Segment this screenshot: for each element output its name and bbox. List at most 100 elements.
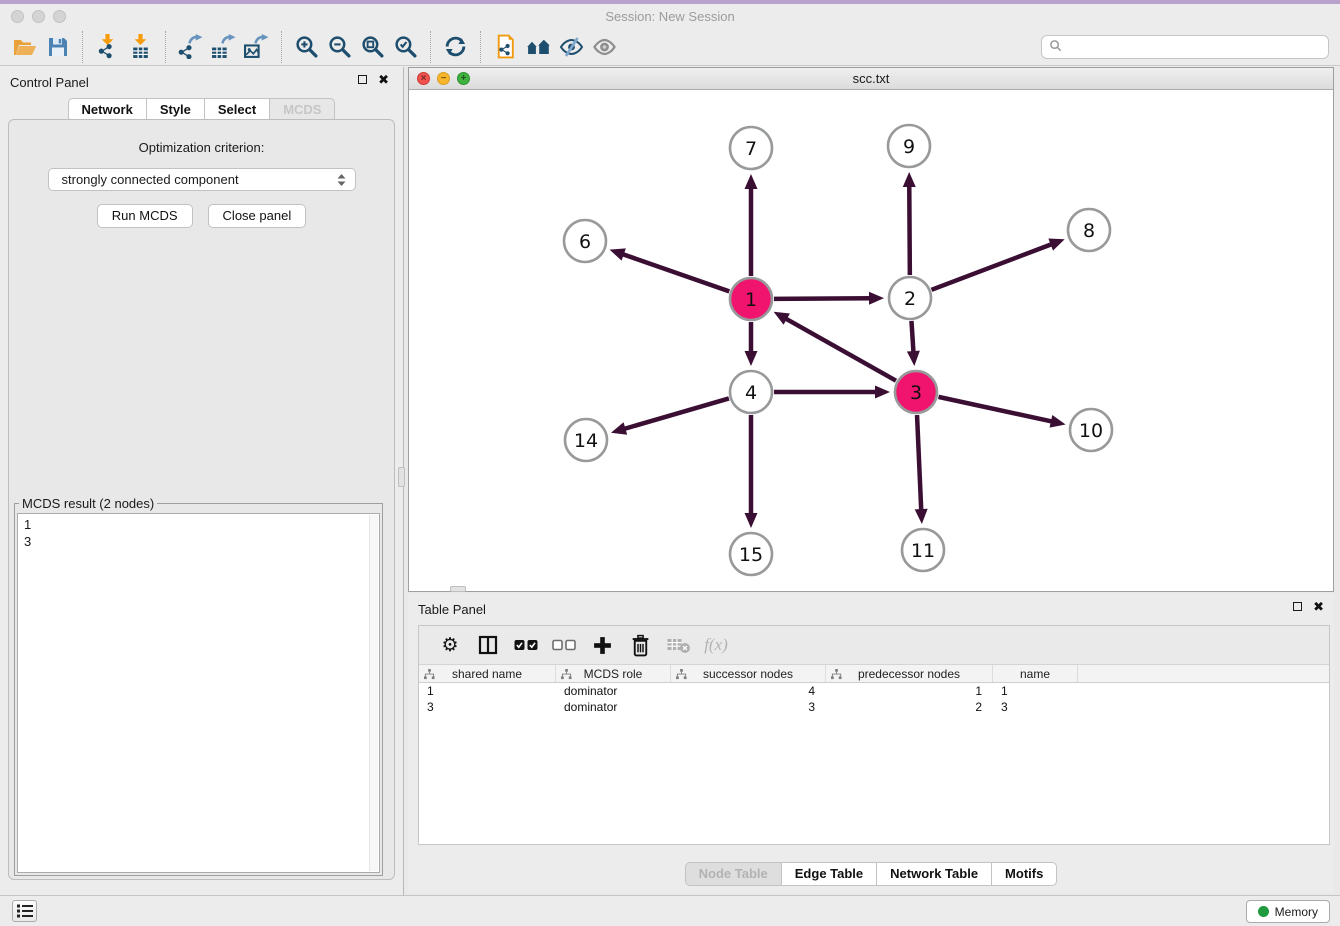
zoom-selected-icon[interactable]	[389, 31, 422, 63]
graph-edge-1-2[interactable]	[774, 292, 884, 305]
graph-node-10[interactable]: 10	[1070, 409, 1112, 451]
network-minimize-button[interactable]: −	[437, 72, 450, 85]
close-table-panel-icon[interactable]: ✖	[1313, 602, 1324, 611]
column-type-icon	[561, 669, 572, 683]
graph-node-2[interactable]: 2	[889, 277, 931, 319]
graph-node-8[interactable]: 8	[1068, 209, 1110, 251]
network-graph: 1 2 3 4 6 7 8 9 10 11 14 15	[409, 90, 1333, 591]
show-columns-icon[interactable]	[469, 628, 507, 662]
network-close-button[interactable]: ×	[417, 72, 430, 85]
column-header-MCDS-role[interactable]: MCDS role	[556, 665, 671, 682]
graph-edge-2-9[interactable]	[903, 172, 916, 275]
export-network-icon[interactable]	[174, 31, 207, 63]
table-row[interactable]: 3dominator323	[419, 699, 1329, 715]
add-column-icon[interactable]	[583, 628, 621, 662]
memory-button[interactable]: Memory	[1246, 900, 1330, 923]
zoom-out-icon[interactable]	[323, 31, 356, 63]
column-header-label: shared name	[419, 665, 555, 683]
graph-node-6[interactable]: 6	[564, 220, 606, 262]
zoom-in-icon[interactable]	[290, 31, 323, 63]
toolbar-separator	[281, 31, 282, 63]
refresh-view-icon[interactable]	[439, 31, 472, 63]
tab-edge-table[interactable]: Edge Table	[781, 862, 877, 886]
close-panel-icon[interactable]: ✖	[378, 75, 389, 84]
close-window-button[interactable]	[11, 10, 24, 23]
criterion-dropdown[interactable]: strongly connected component	[48, 168, 356, 191]
result-scrollbar-track[interactable]	[369, 515, 378, 871]
graph-node-3[interactable]: 3	[895, 371, 937, 413]
graph-edge-4-14[interactable]	[611, 398, 729, 434]
graph-edge-1-4[interactable]	[745, 322, 758, 366]
svg-text:9: 9	[903, 136, 915, 158]
graph-node-4[interactable]: 4	[730, 371, 772, 413]
clone-network-icon[interactable]	[489, 31, 522, 63]
show-all-icon[interactable]	[588, 31, 621, 63]
open-file-icon[interactable]	[8, 31, 41, 63]
function-builder-label: f(x)	[704, 635, 728, 655]
import-network-icon[interactable]	[91, 31, 124, 63]
table-header-row: shared nameMCDS rolesuccessor nodesprede…	[419, 665, 1329, 683]
select-all-icon[interactable]	[507, 628, 545, 662]
tab-motifs[interactable]: Motifs	[991, 862, 1057, 886]
mcds-result-line: 3	[24, 533, 373, 550]
graph-node-1[interactable]: 1	[730, 278, 772, 320]
main-area: Control Panel ✖ NetworkStyleSelectMCDS O…	[0, 67, 1340, 895]
deselect-all-icon[interactable]	[545, 628, 583, 662]
column-header-predecessor-nodes[interactable]: predecessor nodes	[826, 665, 993, 682]
export-table-icon[interactable]	[207, 31, 240, 63]
graph-edge-4-15[interactable]	[745, 415, 758, 528]
tab-network-table[interactable]: Network Table	[876, 862, 992, 886]
svg-text:14: 14	[574, 430, 598, 452]
graph-node-14[interactable]: 14	[565, 419, 607, 461]
vertical-splitter-grip[interactable]	[398, 467, 405, 487]
delete-column-icon[interactable]	[621, 628, 659, 662]
tab-node-table[interactable]: Node Table	[685, 862, 782, 886]
minimize-window-button[interactable]	[32, 10, 45, 23]
table-row[interactable]: 1dominator411	[419, 683, 1329, 699]
graph-node-11[interactable]: 11	[902, 529, 944, 571]
import-table-icon[interactable]	[124, 31, 157, 63]
save-session-icon[interactable]	[41, 31, 74, 63]
graph-edge-2-8[interactable]	[932, 238, 1065, 289]
svg-text:3: 3	[910, 382, 922, 404]
table-tabs: Node TableEdge TableNetwork TableMotifs	[408, 862, 1334, 886]
app-titlebar: Session: New Session	[0, 4, 1340, 28]
graph-node-9[interactable]: 9	[888, 125, 930, 167]
hide-selected-icon[interactable]	[555, 31, 588, 63]
graph-edge-3-1[interactable]	[774, 312, 896, 381]
cell-predecessor-nodes: 1	[826, 683, 993, 699]
toolbar-separator	[165, 31, 166, 63]
horizontal-splitter-grip[interactable]	[450, 586, 466, 592]
graph-node-7[interactable]: 7	[730, 127, 772, 169]
graph-node-15[interactable]: 15	[730, 533, 772, 575]
network-canvas[interactable]: 1 2 3 4 6 7 8 9 10 11 14 15	[409, 90, 1333, 591]
close-panel-button[interactable]: Close panel	[208, 204, 307, 228]
svg-text:2: 2	[904, 288, 916, 310]
run-mcds-button[interactable]: Run MCDS	[97, 204, 193, 228]
column-header-successor-nodes[interactable]: successor nodes	[671, 665, 826, 682]
settings-icon[interactable]: ⚙	[431, 628, 469, 662]
task-history-button[interactable]	[12, 900, 37, 922]
float-panel-icon[interactable]	[358, 75, 367, 84]
network-maximize-button[interactable]: +	[457, 72, 470, 85]
graph-edge-4-3[interactable]	[774, 386, 890, 399]
column-header-label: predecessor nodes	[826, 665, 992, 683]
search-input[interactable]	[1066, 39, 1328, 56]
graph-edge-3-11[interactable]	[915, 415, 928, 524]
float-table-panel-icon[interactable]	[1293, 602, 1302, 611]
control-panel: Control Panel ✖ NetworkStyleSelectMCDS O…	[0, 67, 404, 895]
graph-edge-2-3[interactable]	[907, 321, 920, 366]
column-header-name[interactable]: name	[993, 665, 1078, 682]
zoom-fit-icon[interactable]	[356, 31, 389, 63]
first-neighbors-icon[interactable]	[522, 31, 555, 63]
export-image-icon[interactable]	[240, 31, 273, 63]
column-header-shared-name[interactable]: shared name	[419, 665, 556, 682]
graph-edge-1-6[interactable]	[610, 248, 730, 291]
mcds-result-list[interactable]: 13	[17, 513, 380, 873]
search-field[interactable]	[1041, 35, 1329, 59]
table-body: 1dominator4113dominator323	[419, 683, 1329, 715]
zoom-window-button[interactable]	[53, 10, 66, 23]
graph-edge-3-10[interactable]	[938, 397, 1065, 428]
network-window-titlebar[interactable]: × − + scc.txt	[409, 68, 1333, 90]
graph-edge-1-7[interactable]	[745, 174, 758, 276]
